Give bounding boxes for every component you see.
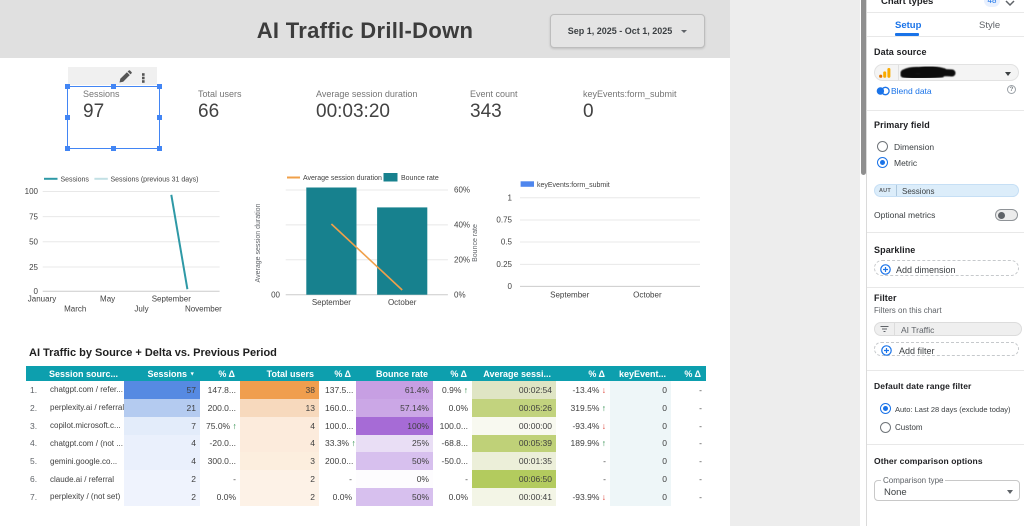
svg-text:0.5: 0.5: [501, 238, 513, 247]
svg-text:25: 25: [29, 263, 38, 272]
svg-text:75: 75: [29, 212, 38, 221]
svg-text:40%: 40%: [454, 221, 470, 230]
svg-text:September: September: [152, 295, 191, 304]
svg-text:0.25: 0.25: [496, 260, 512, 269]
svg-text:September: September: [312, 298, 351, 307]
svg-text:100: 100: [25, 187, 39, 196]
svg-text:Bounce rate: Bounce rate: [401, 175, 439, 182]
svg-text:March: March: [64, 305, 86, 314]
svg-text:Sessions: Sessions: [61, 176, 90, 183]
svg-text:0%: 0%: [454, 290, 466, 299]
svg-text:October: October: [388, 298, 417, 307]
svg-text:keyEvents:form_submit: keyEvents:form_submit: [537, 182, 610, 189]
svg-text:20%: 20%: [454, 256, 470, 265]
svg-text:July: July: [134, 305, 148, 314]
svg-text:September: September: [550, 291, 589, 300]
svg-text:January: January: [28, 295, 56, 304]
svg-text:Average session duration: Average session duration: [255, 203, 262, 282]
svg-text:Average session duration: Average session duration: [303, 175, 382, 182]
svg-text:0: 0: [508, 282, 513, 291]
svg-text:50: 50: [29, 238, 38, 247]
svg-text:Bounce rate: Bounce rate: [472, 224, 479, 262]
svg-text:0.75: 0.75: [496, 216, 512, 225]
svg-text:1: 1: [508, 193, 513, 202]
svg-text:00: 00: [271, 290, 280, 299]
svg-text:60%: 60%: [454, 186, 470, 195]
svg-text:November: November: [185, 305, 222, 314]
svg-text:May: May: [100, 295, 115, 304]
svg-text:Sessions (previous 31 days): Sessions (previous 31 days): [111, 176, 199, 183]
svg-text:October: October: [633, 291, 662, 300]
